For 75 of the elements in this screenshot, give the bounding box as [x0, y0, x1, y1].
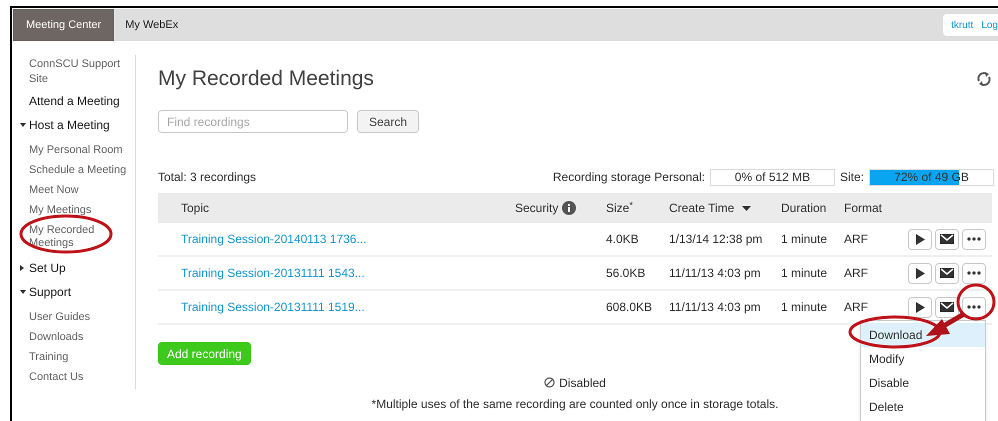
recordings-total: Total: 3 recordings	[158, 169, 256, 186]
search-field[interactable]: Find recordings	[158, 110, 348, 133]
table-cell: 11/11/13 4:03 pm	[669, 266, 761, 280]
table-cell: ARF	[844, 266, 868, 280]
refresh-icon[interactable]	[976, 71, 992, 87]
sidebar-link[interactable]: ConnSCU Support Site	[29, 57, 135, 87]
nav-tab[interactable]: My WebEx	[114, 9, 190, 41]
nav-tab[interactable]: Meeting Center	[13, 9, 114, 41]
sidebar-link[interactable]: Schedule a Meeting	[29, 164, 129, 177]
envelope-icon	[940, 302, 954, 312]
table-cell: ARF	[844, 300, 868, 314]
sidebar-link[interactable]: My Personal Room	[29, 144, 129, 157]
menu-item[interactable]: Delete	[861, 395, 985, 419]
site-storage-label: Site:	[840, 169, 864, 186]
table-cell: 1 minute	[781, 232, 828, 246]
email-button[interactable]	[935, 262, 959, 284]
sidebar-item[interactable]: Support	[29, 283, 72, 301]
email-button[interactable]	[935, 228, 959, 250]
highlight-ellipse	[956, 284, 996, 320]
sidebar-item[interactable]: Host a Meeting	[29, 116, 110, 134]
sidebar-link[interactable]: Training	[29, 351, 129, 364]
table-cell: 1 minute	[781, 300, 828, 314]
table-cell: 4.0KB	[606, 232, 639, 246]
sidebar-link[interactable]: Contact Us	[29, 371, 129, 384]
table-cell: ARF	[844, 232, 868, 246]
column-header[interactable]: Create Time	[669, 199, 734, 217]
info-icon	[562, 201, 576, 215]
sidebar-link[interactable]: User Guides	[29, 311, 129, 324]
search-button[interactable]: Search	[357, 110, 419, 133]
sidebar-item[interactable]: Attend a Meeting	[29, 92, 135, 110]
recording-link[interactable]: Training Session-20131111 1543...	[181, 266, 365, 280]
play-icon	[915, 268, 925, 278]
menu-item[interactable]: Disable	[861, 371, 985, 395]
disabled-legend: Disabled	[559, 374, 606, 392]
page-title: My Recorded Meetings	[158, 66, 374, 92]
more-button[interactable]	[962, 262, 986, 284]
user-link[interactable]: tkrutt	[951, 18, 974, 32]
disabled-icon	[544, 377, 556, 388]
envelope-icon	[940, 268, 954, 278]
recording-link[interactable]: Training Session-20131111 1519...	[181, 300, 365, 314]
more-button[interactable]	[962, 228, 986, 250]
table-cell: 1/13/14 12:38 pm	[669, 232, 762, 246]
footnote: *Multiple uses of the same recording are counted only once in storage totals.	[372, 396, 778, 412]
recording-link[interactable]: Training Session-20140113 1736...	[181, 232, 366, 246]
more-icon	[967, 305, 981, 309]
arrow	[926, 312, 966, 336]
meter-reading: 0% of 512 MB	[734, 170, 812, 184]
column-header[interactable]: Topic	[181, 199, 210, 217]
sidebar-item[interactable]: Set Up	[29, 259, 66, 277]
column-header[interactable]: Format	[844, 199, 882, 217]
more-icon	[967, 271, 981, 275]
play-button[interactable]	[908, 228, 932, 250]
sidebar-link[interactable]: Meet Now	[29, 184, 129, 197]
sidebar-link[interactable]: My Meetings	[29, 204, 129, 217]
menu-item[interactable]: Modify	[861, 347, 985, 371]
more-icon	[967, 237, 981, 241]
table-cell: 11/11/13 4:03 pm	[669, 300, 761, 314]
play-icon	[915, 234, 925, 244]
sidebar-link[interactable]: Downloads	[29, 331, 129, 344]
more-button[interactable]	[962, 296, 986, 318]
column-header[interactable]: Size$^{*}$	[606, 199, 633, 217]
envelope-icon	[940, 234, 954, 244]
play-button[interactable]	[908, 262, 932, 284]
storage-label: Recording storage Personal:	[552, 169, 705, 186]
play-button[interactable]	[908, 296, 932, 318]
sort-caret-icon	[742, 206, 752, 210]
sidebar-link[interactable]: My Recorded Meetings	[29, 224, 129, 250]
user-link[interactable]: Log	[981, 18, 998, 32]
email-button[interactable]	[935, 296, 959, 318]
column-header[interactable]: Duration	[781, 199, 826, 217]
table-cell: 1 minute	[781, 266, 828, 280]
table-cell: 56.0KB	[606, 266, 646, 280]
play-icon	[915, 302, 925, 312]
column-header[interactable]: Security	[515, 199, 558, 217]
table-cell: 608.0KB	[606, 300, 652, 314]
